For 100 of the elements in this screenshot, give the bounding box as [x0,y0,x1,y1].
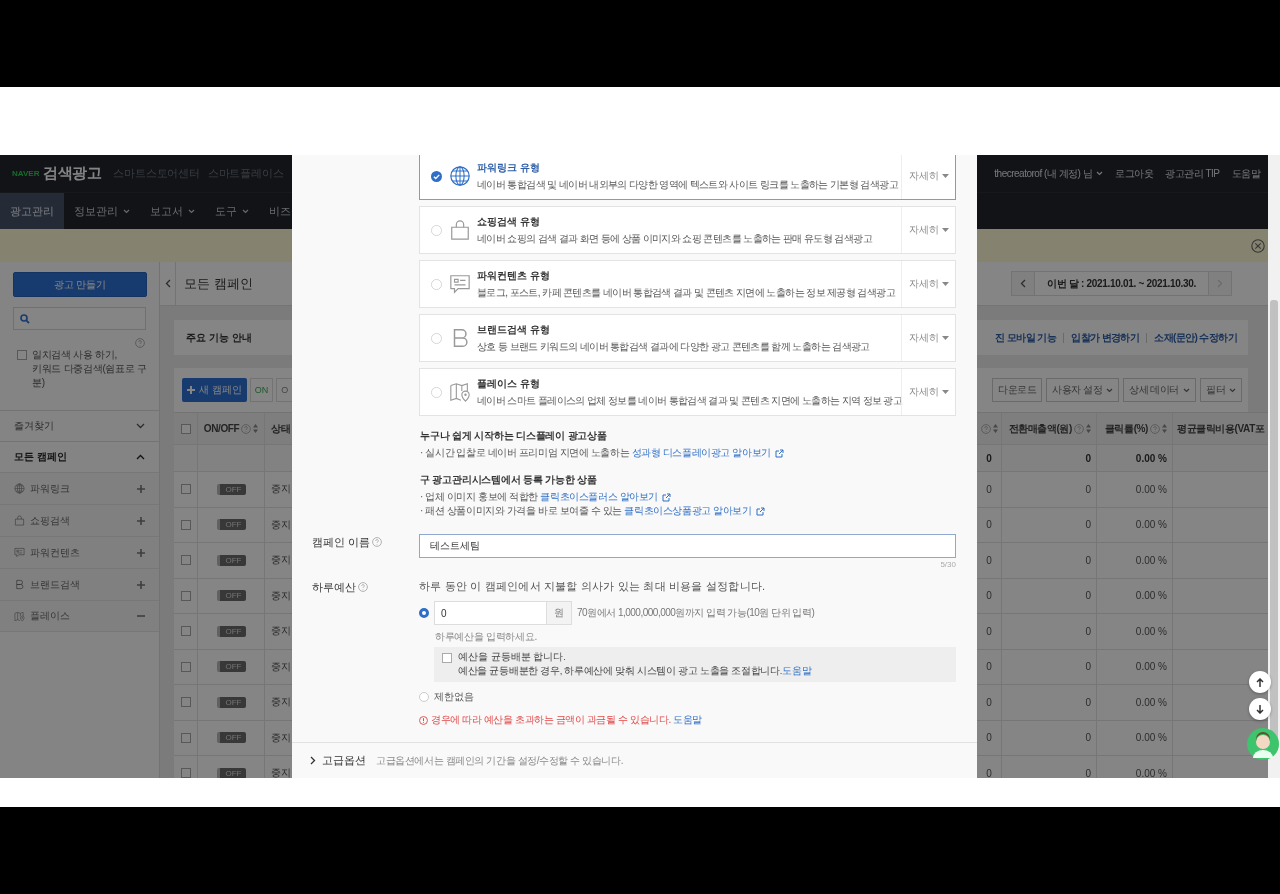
radio-icon [431,332,442,344]
table-cell: 0 [986,625,992,637]
details-link[interactable]: 자세히 [901,315,955,361]
toolbar-button[interactable]: 상세 데이터 [1123,378,1196,402]
section-label: 즐겨찾기 [14,419,54,433]
ad-type-card[interactable]: 쇼핑검색 유형 네이버 쇼핑의 검색 결과 화면 등에 상품 이미지와 쇼핑 콘텐츠를 노출하는 판매 유도형 검색광고 자세히 [419,206,956,254]
scrollbar-thumb[interactable] [1270,300,1278,740]
header-link[interactable]: 로그아웃 [1115,166,1154,181]
date-range[interactable]: 이번 달 : 2021.10.01. ~ 2021.10.30. [1033,272,1209,295]
radio-icon [431,278,442,290]
toolbar-button[interactable]: 사용자 설정 [1046,378,1120,402]
table-cell: 0.00 % [1135,767,1167,778]
nav-tab[interactable]: 비즈 [259,193,292,229]
sort-icon [253,424,259,433]
caret-icon [1183,387,1190,393]
details-link[interactable]: 자세히 [901,155,955,199]
checkbox[interactable] [180,423,191,434]
speech-bubble-icon [449,273,471,295]
table-cell: 0 [1085,554,1091,566]
learn-more-link[interactable]: 성과형 디스플레이광고 알아보기 [631,446,784,460]
campaign-name-field[interactable]: 테스트세팀 [419,534,956,558]
info-text: · 실시간 입찰로 네이버 프리미엄 지면에 노출하는 성과형 디스플레이광고 알아보기 [420,446,977,460]
scrollbar[interactable] [1268,155,1280,778]
sidebar-item[interactable]: 플레이스 [0,600,159,632]
caret-icon [1096,171,1104,176]
radio-checked-icon [431,170,442,182]
guide-link[interactable]: 입찰가 변경하기 [1063,332,1147,343]
info-text: · 패션 상품이미지와 가격을 바로 보여줄 수 있는 클릭초이스상품광고 알아보기 [420,504,977,518]
column-header[interactable]: ON/OFF [203,423,240,434]
checkbox[interactable] [180,768,191,778]
sidebar-item[interactable]: 브랜드검색 [0,568,159,600]
column-header[interactable]: 상태 [271,421,291,436]
advanced-options-toggle[interactable]: 고급옵션 [310,753,366,768]
ad-type-card[interactable]: 플레이스 유형 네이버 스마트 플레이스의 업체 정보를 네이버 통합검색 결과 및 콘텐츠 지면에 노출하는 지역 정보 광고 자세히 [419,368,956,416]
checkbox[interactable] [180,697,191,708]
warning-text: 경우에 따라 예산을 초과하는 금액이 과금될 수 있습니다. 도움말 [431,713,703,727]
nav-tab[interactable]: 도구 [205,193,259,229]
ad-type-card[interactable]: 파워컨텐츠 유형 블로그, 포스트, 카페 콘텐츠를 네이버 통합검색 결과 및 콘텐츠 지면에 노출하는 정보 제공형 검색광고 자세히 [419,260,956,308]
advanced-options-description: 고급옵션에서는 캠페인의 기간을 설정/수정할 수 있습니다. [376,753,624,768]
column-header[interactable]: 평균클릭비용(VAT포 [1177,421,1265,436]
learn-more-link[interactable]: 클릭초이스상품광고 알아보기 [624,504,765,518]
checkbox[interactable] [180,519,191,530]
ad-type-card[interactable]: 브랜드검색 유형 상호 등 브랜드 키워드의 네이버 통합검색 결과에 다양한 광고 콘텐츠를 함께 노출하는 검색광고 자세히 [419,314,956,362]
radio-button[interactable] [419,608,429,618]
checkbox[interactable] [180,590,191,601]
nav-tab[interactable]: 보고서 [140,193,205,229]
favorites-header[interactable]: 즐겨찾기 [0,410,159,441]
naver-logo[interactable]: NAVER [12,169,40,178]
toolbar-button[interactable]: 필터 [1200,378,1242,402]
checkbox[interactable] [180,555,191,566]
toolbar-button[interactable]: 다운로드 [992,378,1043,402]
field-label: 캠페인 이름 [312,534,371,550]
column-header[interactable]: 전환매출액(원) [1008,421,1072,436]
header-link[interactable]: 광고관리 TIP [1165,166,1220,181]
learn-more-link[interactable]: 클릭초이스플러스 알아보기 [540,490,671,504]
help-link[interactable]: 도움말 [673,714,703,725]
help-icon [981,423,991,434]
guide-link[interactable]: 소재(문안) 수정하기 [1146,332,1244,343]
checkbox[interactable] [180,484,191,495]
budget-amount-field[interactable]: 0 [434,601,547,625]
service-title[interactable]: 검색광고 [43,164,102,183]
account-menu[interactable]: thecreatorof (내 계정) 님 [994,166,1104,181]
total-cell: 0.00 % [1135,452,1167,464]
table-cell: 0.00 % [1135,554,1167,566]
table-cell: 0 [986,483,992,495]
sidebar-item[interactable]: 파워컨텐츠 [0,536,159,568]
column-header[interactable]: 클릭률(%) [1104,421,1148,436]
sidebar-item[interactable]: 쇼핑검색 [0,504,159,536]
header-link[interactable]: 도움말 [1231,166,1260,181]
search-field[interactable] [13,307,146,330]
table-cell: 0 [986,661,992,673]
table-cell: 0 [986,554,992,566]
ad-type-card[interactable]: 파워링크 유형 네이버 통합검색 및 네이버 내외부의 다양한 영역에 텍스트와 사이트 링크를 노출하는 기본형 검색광고 자세히 [419,155,956,200]
section-title: 누구나 쉽게 시작하는 디스플레이 광고상품 [420,429,608,443]
help-link[interactable]: 도움말 [782,665,812,676]
checkbox[interactable] [180,661,191,672]
globe-icon [14,483,25,494]
new-campaign-button[interactable]: 새 캠페인 [182,378,247,402]
guide-title: 주요 기능 안내 [186,330,252,345]
nav-tab[interactable]: 정보관리 [64,193,140,229]
details-link[interactable]: 자세히 [901,207,955,253]
radio-label: 제한없음 [434,690,474,704]
create-ad-button[interactable]: 광고 만들기 [13,272,147,297]
filter-button[interactable]: ON [249,378,274,402]
table-cell: 0.00 % [1135,625,1167,637]
checkbox[interactable] [180,626,191,637]
support-avatar-icon[interactable] [1247,728,1279,760]
help-text: 예산을 균등배분한 경우, 하루예산에 맞춰 시스템이 광고 노출을 조절합니다.도움말 [458,665,813,678]
help-icon [241,423,252,434]
status-cell: 중지 [271,517,291,532]
nav-tab[interactable]: 광고관리 [0,193,64,229]
details-link[interactable]: 자세히 [901,261,955,307]
checkbox[interactable] [442,652,452,663]
sidebar-item[interactable]: 파워링크 [0,472,159,504]
details-link[interactable]: 자세히 [901,369,955,415]
guide-link[interactable]: 진 모바일 기능 [988,332,1064,343]
checkbox[interactable] [180,732,191,743]
checkbox[interactable] [17,350,27,360]
caret-icon [123,208,130,214]
status-cell: 중지 [271,588,291,603]
